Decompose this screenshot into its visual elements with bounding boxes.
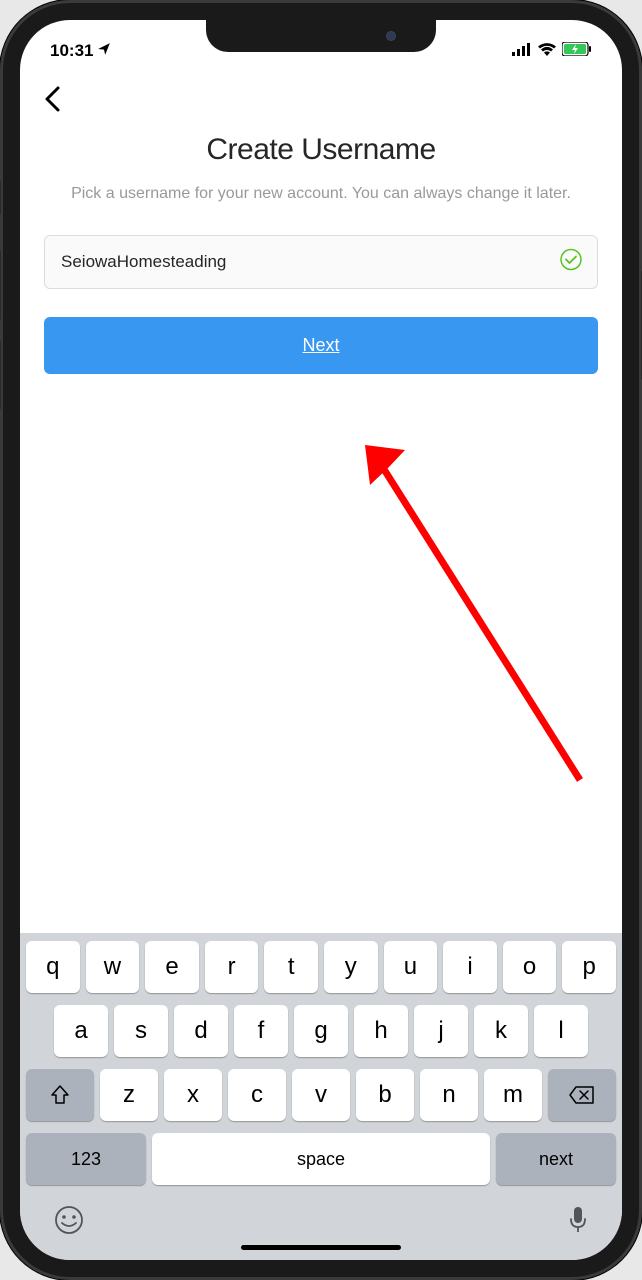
cellular-signal-icon [512,41,532,61]
key-z[interactable]: z [100,1069,158,1121]
battery-charging-icon [562,41,592,61]
home-indicator[interactable] [241,1245,401,1250]
key-m[interactable]: m [484,1069,542,1121]
annotation-arrow-icon [350,430,610,810]
status-time: 10:31 [50,41,93,61]
keyboard: q w e r t y u i o p a s d f g h j k l [20,933,622,1260]
keyboard-action-key[interactable]: next [496,1133,616,1185]
keyboard-row-1: q w e r t y u i o p [24,941,618,993]
space-key[interactable]: space [152,1133,490,1185]
page-subtitle: Pick a username for your new account. Yo… [44,183,598,205]
key-g[interactable]: g [294,1005,348,1057]
key-h[interactable]: h [354,1005,408,1057]
key-v[interactable]: v [292,1069,350,1121]
key-i[interactable]: i [443,941,497,993]
key-f[interactable]: f [234,1005,288,1057]
key-l[interactable]: l [534,1005,588,1057]
checkmark-circle-icon [560,249,582,276]
key-r[interactable]: r [205,941,259,993]
key-o[interactable]: o [503,941,557,993]
keyboard-row-3: z x c v b n m [24,1069,618,1121]
key-c[interactable]: c [228,1069,286,1121]
username-input[interactable] [44,235,598,289]
key-k[interactable]: k [474,1005,528,1057]
keyboard-row-4: 123 space next [24,1133,618,1185]
dictation-key[interactable] [568,1205,588,1242]
key-t[interactable]: t [264,941,318,993]
back-button[interactable] [44,99,60,116]
key-d[interactable]: d [174,1005,228,1057]
page-title: Create Username [44,133,598,167]
wifi-icon [538,41,556,61]
key-x[interactable]: x [164,1069,222,1121]
shift-key[interactable] [26,1069,94,1121]
key-n[interactable]: n [420,1069,478,1121]
key-j[interactable]: j [414,1005,468,1057]
key-u[interactable]: u [384,941,438,993]
key-q[interactable]: q [26,941,80,993]
key-y[interactable]: y [324,941,378,993]
key-e[interactable]: e [145,941,199,993]
key-b[interactable]: b [356,1069,414,1121]
key-w[interactable]: w [86,941,140,993]
key-s[interactable]: s [114,1005,168,1057]
location-arrow-icon [97,41,111,61]
key-a[interactable]: a [54,1005,108,1057]
keyboard-row-2: a s d f g h j k l [24,1005,618,1057]
backspace-key[interactable] [548,1069,616,1121]
next-button[interactable]: Next [44,317,598,374]
notch [206,20,436,52]
emoji-key[interactable] [54,1205,84,1242]
numeric-key[interactable]: 123 [26,1133,146,1185]
key-p[interactable]: p [562,941,616,993]
